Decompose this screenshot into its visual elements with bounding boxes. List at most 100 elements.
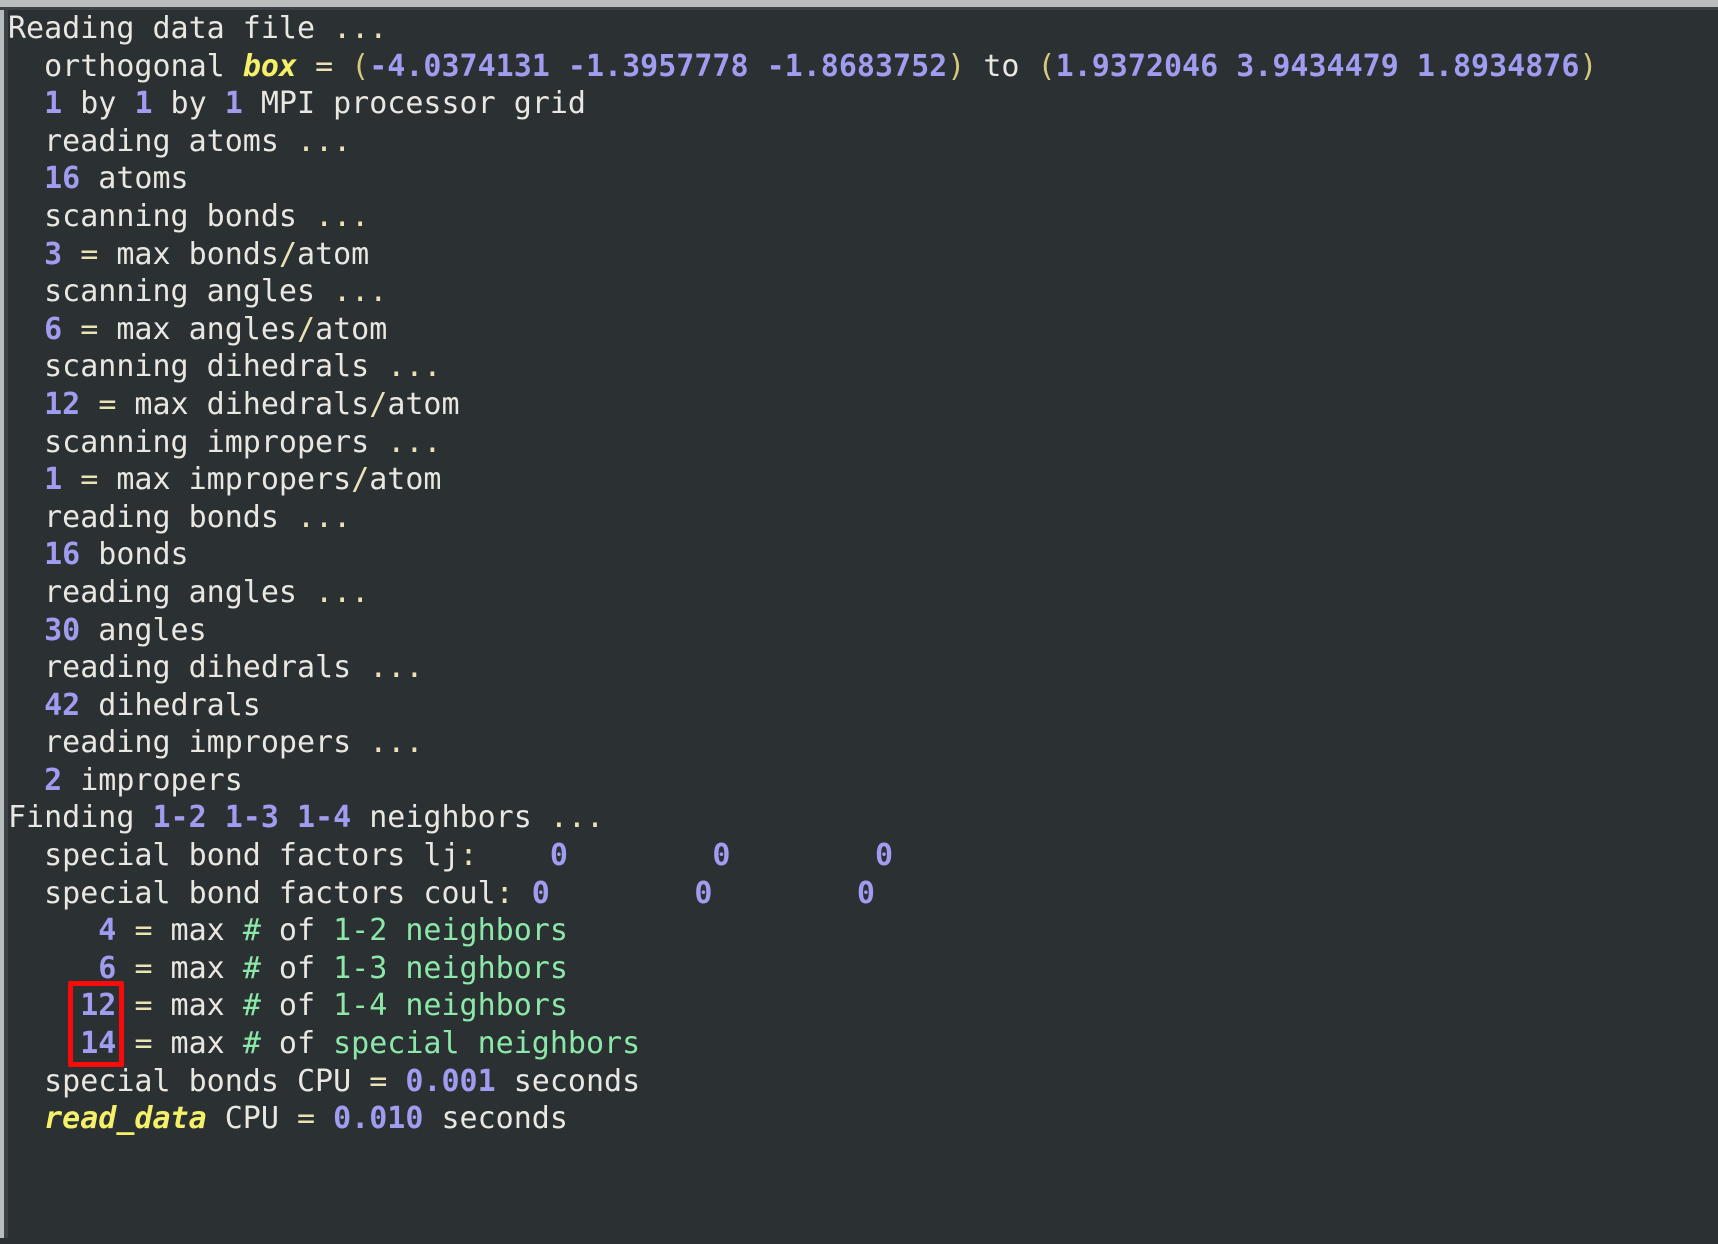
token-dots: ... <box>369 725 424 761</box>
token-plain: scanning angles <box>44 274 334 310</box>
window-bottom-rail <box>0 1238 1718 1244</box>
token-op: = <box>134 913 153 949</box>
token-num: 1 <box>224 86 243 122</box>
token-plain: neighbors <box>351 800 550 836</box>
line-mpi-grid: 1 by 1 by 1 MPI processor grid <box>8 85 1718 123</box>
token-plain: max angles <box>98 311 297 347</box>
token-dots: ... <box>297 499 352 535</box>
token-op: = <box>80 236 99 272</box>
token-kw: box <box>242 48 297 84</box>
token-plain: of <box>260 950 334 986</box>
terminal-window: Reading data file ... orthogonal box = (… <box>0 0 1718 1244</box>
token-num: 16 <box>44 537 81 573</box>
token-num: 42 <box>44 687 81 723</box>
line-max-angles-per-atom: 6 = max angles/atom <box>8 311 1718 349</box>
line-special-bond-factors-lj: special bond factors lj: 0 0 0 <box>8 837 1718 875</box>
token-plain: Reading data file <box>8 11 334 46</box>
token-plain: scanning bonds <box>44 198 316 234</box>
token-green: 1-4 neighbors <box>333 988 568 1024</box>
token-op: = <box>80 311 99 347</box>
token-num: 6 <box>44 311 63 347</box>
token-op: = <box>315 48 334 84</box>
token-num: -4.0374131 -1.3957778 -1.8683752 <box>369 48 948 84</box>
token-num: 30 <box>44 612 81 648</box>
token-green: 1-3 neighbors <box>333 950 568 986</box>
token-plain: max dihedrals <box>116 386 370 422</box>
terminal-output[interactable]: Reading data file ... orthogonal box = (… <box>8 10 1718 1244</box>
line-max-1-2-neighbors: 4 = max # of 1-2 neighbors <box>8 912 1718 950</box>
line-scanning-dihedrals: scanning dihedrals ... <box>8 348 1718 386</box>
token-plain: dihedrals <box>80 687 261 723</box>
token-plain: max <box>152 950 243 986</box>
token-plain: orthogonal <box>44 48 243 84</box>
line-max-1-4-neighbors: 12 = max # of 1-4 neighbors <box>8 987 1718 1025</box>
token-op: = <box>80 462 99 498</box>
line-scanning-angles: scanning angles ... <box>8 273 1718 311</box>
token-num: 0 <box>712 838 731 874</box>
token-plain: bonds <box>80 537 189 573</box>
token-plain: angles <box>80 612 207 648</box>
token-plain: of <box>260 1026 334 1062</box>
token-num: 0 <box>856 875 875 911</box>
token-plain: atom <box>315 311 388 347</box>
token-op: = <box>98 386 117 422</box>
token-plain: of <box>260 913 334 949</box>
line-special-bond-factors-coul: special bond factors coul: 0 0 0 <box>8 875 1718 913</box>
token-plain: reading dihedrals <box>44 650 370 686</box>
token-green: # <box>242 913 261 949</box>
token-dots: ... <box>315 198 370 234</box>
token-plain: max <box>152 1026 243 1062</box>
line-max-1-3-neighbors: 6 = max # of 1-3 neighbors <box>8 950 1718 988</box>
line-dihedrals-count: 42 dihedrals <box>8 687 1718 725</box>
token-plain: atoms <box>80 161 189 197</box>
token-num: 6 <box>80 950 117 986</box>
token-plain: reading angles <box>44 574 316 610</box>
token-op: : <box>495 875 514 911</box>
line-reading-dihedrals: reading dihedrals ... <box>8 649 1718 687</box>
line-reading-bonds: reading bonds ... <box>8 499 1718 537</box>
token-num: 0 <box>531 875 550 911</box>
line-reading-angles: reading angles ... <box>8 574 1718 612</box>
token-plain: atom <box>297 236 370 272</box>
token-plain: by <box>152 86 225 122</box>
token-plain: max impropers <box>98 462 352 498</box>
token-plain: by <box>62 86 135 122</box>
token-num: 0 <box>549 838 568 874</box>
token-dots: ... <box>549 800 605 836</box>
token-op: = <box>297 1101 316 1137</box>
token-plain: impropers <box>62 762 243 798</box>
token-plain: max bonds <box>98 236 279 272</box>
token-paren: ) <box>1579 48 1598 84</box>
token-green: # <box>242 950 261 986</box>
token-num: 1 <box>44 86 63 122</box>
token-dots: ... <box>387 424 442 460</box>
token-op: : <box>459 838 478 874</box>
token-dots: ... <box>387 349 442 385</box>
token-num: 1 <box>134 86 153 122</box>
